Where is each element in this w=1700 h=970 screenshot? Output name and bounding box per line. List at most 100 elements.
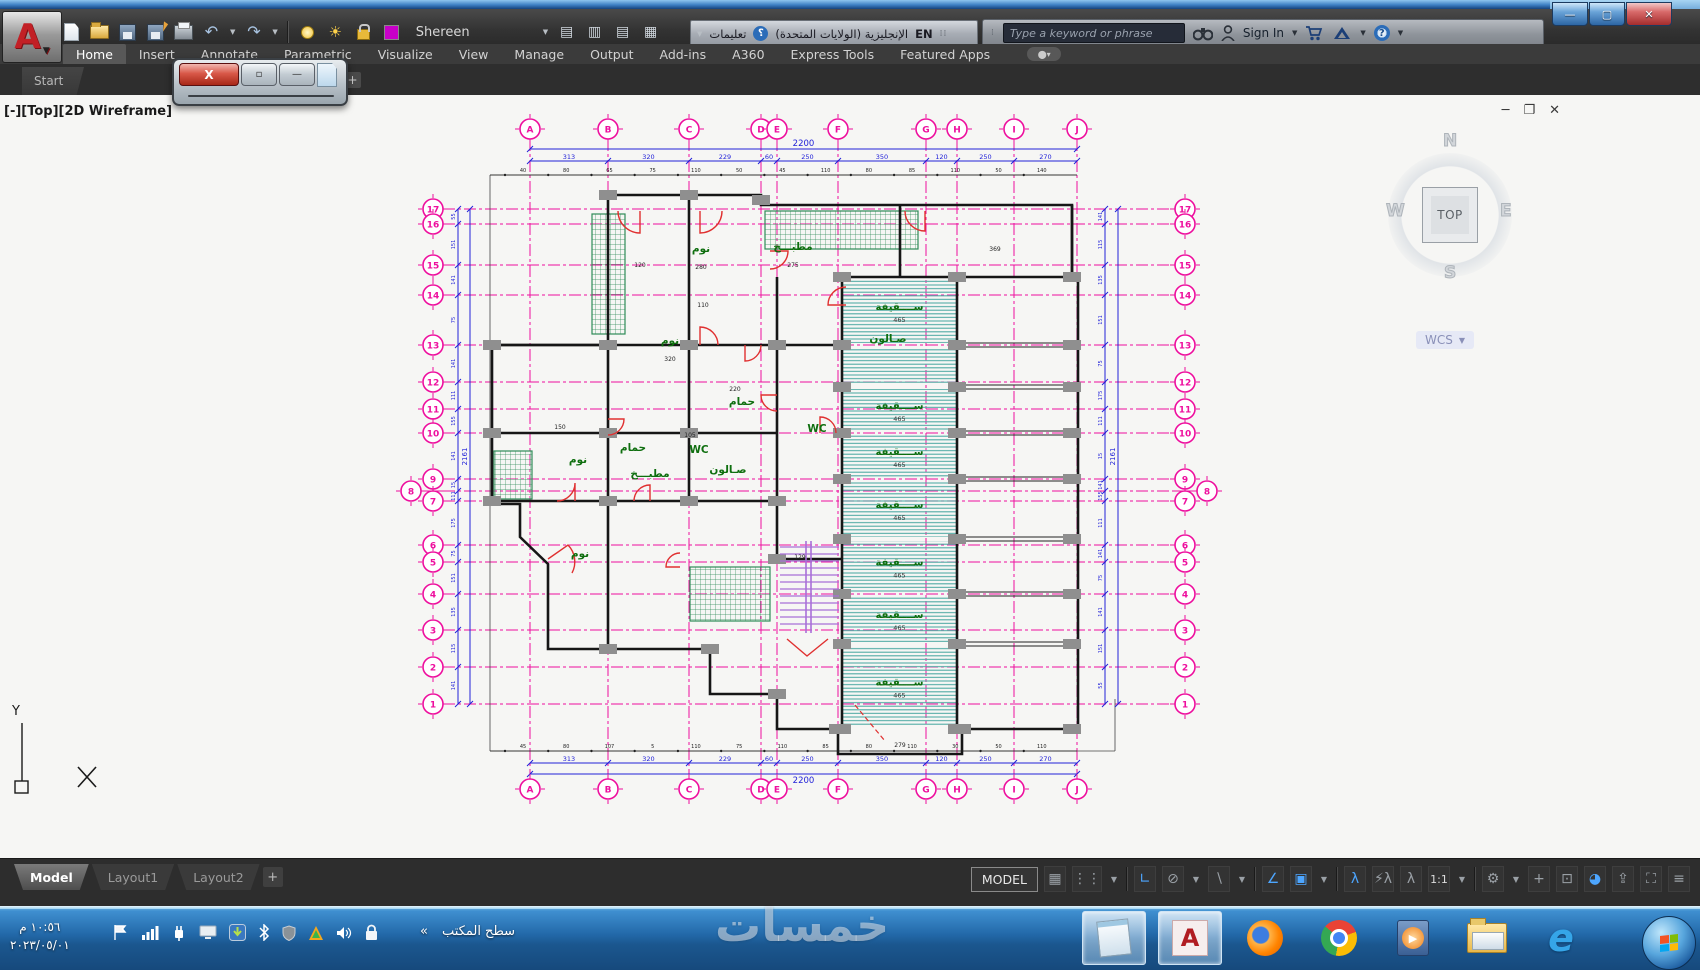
langbar-grip[interactable]: ⁞⁞ — [940, 29, 948, 39]
tab-layout1[interactable]: Layout1 — [92, 864, 174, 890]
tab-manage[interactable]: Manage — [501, 44, 577, 64]
save-icon[interactable] — [118, 23, 137, 41]
floating-close-button[interactable]: X — [179, 63, 239, 86]
close-button[interactable]: ✕ — [1626, 2, 1672, 26]
viewcube-north[interactable]: N — [1442, 131, 1457, 152]
clean-screen-icon[interactable]: ⛶ — [1640, 866, 1662, 892]
tab-layout2[interactable]: Layout2 — [177, 864, 259, 890]
language-code[interactable]: EN — [915, 27, 932, 41]
speaker-icon[interactable] — [336, 926, 352, 940]
infocenter-grip[interactable]: ⁞ — [991, 28, 995, 38]
bluetooth-icon[interactable] — [258, 924, 270, 941]
grid-display-icon[interactable]: ▦ — [1044, 866, 1066, 892]
tab-home[interactable]: Home — [63, 44, 126, 64]
table-grid-icon[interactable]: ▦ — [641, 23, 660, 41]
sign-in-dropdown-icon[interactable]: ▼ — [1292, 29, 1297, 37]
doc-minimize-icon[interactable]: ─ — [1502, 103, 1510, 118]
model-space-button[interactable]: MODEL — [970, 866, 1038, 892]
download-manager-icon[interactable] — [229, 924, 246, 941]
viewcube-top-face[interactable]: TOP — [1422, 187, 1478, 243]
tab-express-tools[interactable]: Express Tools — [778, 44, 888, 64]
power-plug-icon[interactable] — [171, 925, 187, 941]
unlock-icon[interactable] — [354, 23, 373, 41]
language-name[interactable]: الإنجليزية (الولايات المتحدة) — [775, 27, 908, 41]
help-label-arabic[interactable]: تعليمات — [709, 27, 746, 41]
cart-icon[interactable] — [1305, 25, 1324, 41]
viewcube-east[interactable]: E — [1500, 201, 1513, 222]
desktop-toolbar-label[interactable]: سطح المكتب — [442, 924, 515, 939]
save-as-icon[interactable] — [146, 23, 165, 41]
floating-toolbar[interactable]: X ▫ — — [172, 58, 348, 106]
taskbar-notepad-button[interactable] — [1082, 911, 1146, 965]
redo-dropdown-icon[interactable]: ▼ — [272, 28, 277, 36]
start-button[interactable] — [1642, 916, 1696, 970]
display-icon[interactable] — [199, 925, 217, 940]
layer-walk-icon[interactable]: ▤ — [613, 23, 632, 41]
a360-icon[interactable] — [1332, 25, 1352, 41]
viewcube-south[interactable]: S — [1443, 263, 1456, 284]
taskbar-clock[interactable]: ١٠:٥٦ م ٢٠٢٣/٠٥/٠١ — [10, 918, 70, 954]
new-file-icon[interactable] — [62, 23, 81, 41]
language-help-icon[interactable]: ؟ — [753, 26, 769, 41]
polar-dropdown-icon[interactable]: ▼ — [1190, 867, 1202, 891]
plot-icon[interactable] — [174, 21, 193, 41]
tab-a360[interactable]: A360 — [719, 44, 777, 64]
avast-icon[interactable] — [308, 925, 324, 941]
polar-tracking-icon[interactable]: ⊘ — [1162, 866, 1184, 892]
minimize-button[interactable]: — — [1552, 2, 1588, 26]
viewcube-west[interactable]: W — [1386, 201, 1406, 222]
lightbulb-icon[interactable] — [298, 23, 317, 41]
osnap-dropdown-icon[interactable]: ▼ — [1318, 867, 1330, 891]
network-signal-icon[interactable] — [141, 925, 159, 940]
annotation-visibility-icon[interactable]: λ — [1344, 866, 1366, 892]
help-icon[interactable]: ? — [1373, 25, 1390, 41]
viewport-controls[interactable]: [-][Top][2D Wireframe] — [4, 104, 172, 119]
layer-name[interactable]: Shereen — [410, 25, 534, 40]
isoplane-dropdown-icon[interactable]: ▼ — [1236, 867, 1248, 891]
tab-start[interactable]: Start — [22, 67, 84, 95]
search-input[interactable]: Type a keyword or phrase — [1002, 23, 1185, 43]
isolate-objects-icon[interactable]: ⊡ — [1556, 866, 1578, 892]
annotation-monitor-icon[interactable]: + — [1528, 866, 1550, 892]
floating-minimize-button[interactable]: — — [279, 63, 315, 86]
help-dropdown-icon[interactable]: ▼ — [1398, 29, 1403, 37]
trusted-autoload-icon[interactable]: ⇪ — [1612, 866, 1634, 892]
floating-restore-button[interactable]: ▫ — [241, 63, 277, 86]
snap-dropdown-icon[interactable]: ▼ — [1108, 867, 1120, 891]
tab-featured-apps[interactable]: Featured Apps — [887, 44, 1003, 64]
taskbar-ie-button[interactable]: e — [1530, 912, 1592, 964]
undo-icon[interactable]: ↶ — [202, 23, 221, 41]
new-layout-button[interactable]: + — [262, 867, 283, 887]
sign-in-button[interactable]: Sign In — [1243, 26, 1284, 40]
viewcube-wcs-menu[interactable]: WCS ▼ — [1416, 331, 1475, 349]
langbar-options-icon[interactable]: ▼ — [697, 30, 702, 38]
taskbar-media-player-button[interactable]: ▶ — [1382, 912, 1444, 964]
annotation-scale-icon[interactable]: λ — [1400, 866, 1422, 892]
scale-dropdown-icon[interactable]: ▼ — [1456, 867, 1468, 891]
layer-dropdown-icon[interactable]: ▼ — [543, 28, 548, 36]
shield-icon[interactable] — [282, 924, 296, 941]
tab-addins[interactable]: Add-ins — [646, 44, 719, 64]
snap-mode-icon[interactable]: ⋮⋮ — [1072, 866, 1102, 892]
autoscale-icon[interactable]: ⚡λ — [1372, 866, 1394, 892]
sun-icon[interactable]: ☀ — [326, 23, 345, 41]
viewcube[interactable]: N W E S TOP WCS ▼ — [1360, 131, 1540, 365]
isoplane-icon[interactable]: ∖ — [1208, 866, 1230, 892]
ribbon-collapse-button[interactable]: ⬤▾ — [1027, 47, 1062, 61]
layer-properties-icon[interactable]: ▤ — [557, 23, 576, 41]
ortho-mode-icon[interactable]: ∟ — [1134, 866, 1156, 892]
binoculars-icon[interactable] — [1192, 26, 1213, 41]
tab-visualize[interactable]: Visualize — [365, 44, 446, 64]
taskbar-autocad-button[interactable]: A — [1158, 911, 1222, 965]
doc-close-icon[interactable]: ✕ — [1549, 103, 1560, 118]
tab-output[interactable]: Output — [577, 44, 646, 64]
open-file-icon[interactable] — [90, 22, 109, 41]
drawing-canvas[interactable]: [-][Top][2D Wireframe] ─ ❐ ✕ N W E S TOP… — [0, 95, 1700, 858]
doc-restore-icon[interactable]: ❐ — [1523, 103, 1535, 118]
hardware-acceleration-icon[interactable]: ◕ — [1584, 866, 1606, 892]
toolbar-chevron[interactable]: « — [420, 924, 428, 939]
application-menu-button[interactable]: A ▼ — [2, 11, 62, 63]
tab-view[interactable]: View — [446, 44, 502, 64]
workspace-gear-icon[interactable]: ⚙ — [1482, 866, 1504, 892]
layer-states-icon[interactable]: ▥ — [585, 23, 604, 41]
